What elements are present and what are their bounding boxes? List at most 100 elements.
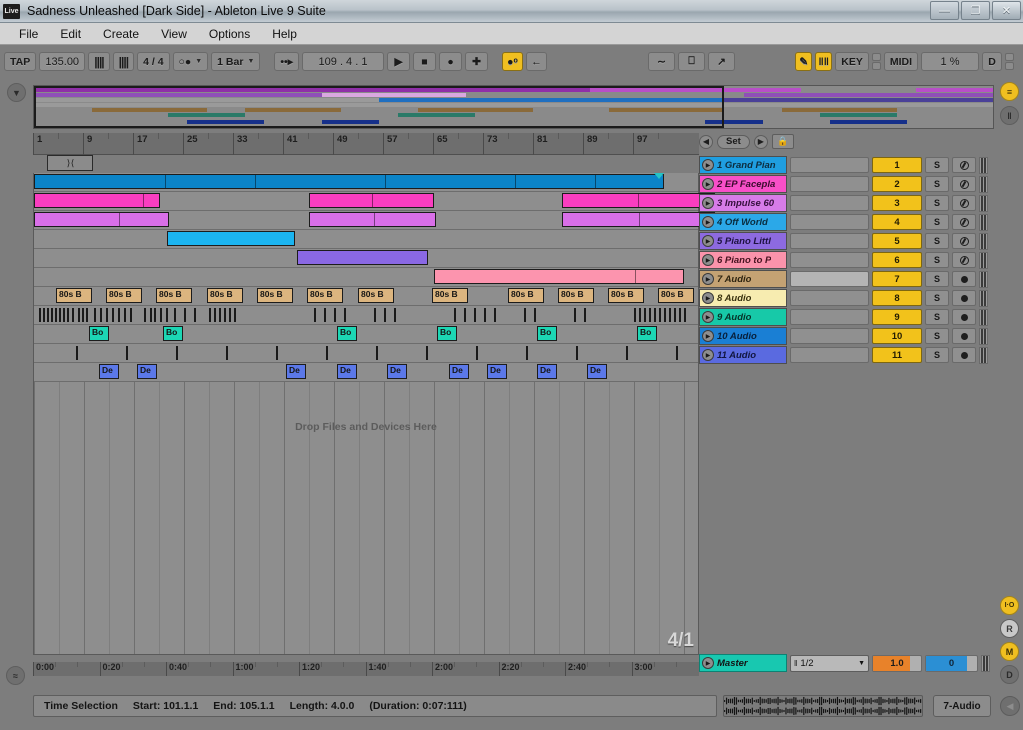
crossfade-icon[interactable]: ≈: [6, 666, 25, 685]
loop-start-marker[interactable]: ⟩ ⟨: [47, 155, 93, 171]
track-header-strip[interactable]: ▶3 Impulse 603S: [699, 194, 994, 212]
track-activator-icon[interactable]: ▶: [702, 273, 714, 285]
track-solo-button[interactable]: S: [925, 328, 949, 344]
arrangement-clip[interactable]: 80s B: [658, 288, 694, 303]
arrangement-clip[interactable]: De: [337, 364, 357, 379]
arrangement-clip[interactable]: 80s B: [608, 288, 644, 303]
menu-edit[interactable]: Edit: [49, 25, 92, 43]
track-arm-button[interactable]: [952, 271, 976, 287]
tap-tempo-button[interactable]: TAP: [4, 52, 36, 71]
loop-fade-in-icon[interactable]: ∼: [648, 52, 675, 71]
track-arm-button[interactable]: [952, 252, 976, 268]
track-clip-slot[interactable]: [790, 271, 869, 287]
waveform-preview[interactable]: [723, 695, 923, 717]
arrangement-track-row[interactable]: [34, 249, 698, 268]
track-name-cell[interactable]: ▶2 EP Facepla: [699, 175, 787, 193]
time-ruler[interactable]: 0:000:200:401:001:201:402:002:202:403:00: [33, 662, 699, 676]
key-map-button[interactable]: KEY: [835, 52, 869, 71]
arrangement-clip[interactable]: De: [537, 364, 557, 379]
track-number-button[interactable]: 9: [872, 309, 922, 325]
bar-ruler[interactable]: 191725334149576573818997: [33, 133, 699, 155]
metronome-button[interactable]: ○● ▼: [173, 52, 209, 71]
track-number-button[interactable]: 4: [872, 214, 922, 230]
track-header-strip[interactable]: ▶11 Audio11S: [699, 346, 994, 364]
arrangement-clip[interactable]: 80s B: [508, 288, 544, 303]
track-name-cell[interactable]: ▶11 Audio: [699, 346, 787, 364]
track-number-button[interactable]: 2: [872, 176, 922, 192]
arrangement-clip[interactable]: 80s B: [307, 288, 343, 303]
track-arm-button[interactable]: [952, 290, 976, 306]
follow-button[interactable]: ••▸: [274, 52, 299, 71]
track-header-strip[interactable]: ▶9 Audio9S: [699, 308, 994, 326]
arrangement-view-icon[interactable]: ‖: [1000, 106, 1019, 125]
tempo-nudge-down-button[interactable]: ||||: [88, 52, 109, 71]
back-to-arrangement-button[interactable]: ←: [526, 52, 547, 71]
arrangement-track-row[interactable]: [34, 268, 698, 287]
track-header-strip[interactable]: ▶7 Audio7S: [699, 270, 994, 288]
arrangement-canvas[interactable]: 80s B80s B80s B80s B80s B80s B80s B80s B…: [33, 173, 699, 655]
tempo-nudge-up-button[interactable]: ||||: [113, 52, 134, 71]
track-solo-button[interactable]: S: [925, 290, 949, 306]
close-button[interactable]: ✕: [992, 1, 1021, 20]
track-clip-slot[interactable]: [790, 290, 869, 306]
menu-create[interactable]: Create: [92, 25, 150, 43]
track-solo-button[interactable]: S: [925, 157, 949, 173]
track-header-strip[interactable]: ▶4 Off World4S: [699, 213, 994, 231]
arrangement-clip[interactable]: [309, 193, 434, 208]
arrangement-clip[interactable]: De: [286, 364, 306, 379]
record-button[interactable]: ●: [439, 52, 462, 71]
track-clip-slot[interactable]: [790, 195, 869, 211]
stop-button[interactable]: ■: [413, 52, 436, 71]
arrangement-clip[interactable]: De: [387, 364, 407, 379]
maximize-button[interactable]: ❐: [961, 1, 990, 20]
track-number-button[interactable]: 3: [872, 195, 922, 211]
track-number-button[interactable]: 1: [872, 157, 922, 173]
track-clip-slot[interactable]: [790, 214, 869, 230]
track-solo-button[interactable]: S: [925, 233, 949, 249]
track-header-strip[interactable]: ▶8 Audio8S: [699, 289, 994, 307]
arrangement-clip[interactable]: Bo: [637, 326, 657, 341]
arrangement-clip[interactable]: 80s B: [207, 288, 243, 303]
track-arm-button[interactable]: [952, 328, 976, 344]
arrangement-clip[interactable]: 80s B: [56, 288, 92, 303]
track-number-button[interactable]: 11: [872, 347, 922, 363]
tempo-field[interactable]: 135.00: [39, 52, 85, 71]
track-solo-button[interactable]: S: [925, 271, 949, 287]
arrangement-track-row[interactable]: [34, 192, 698, 211]
play-button[interactable]: ▶: [387, 52, 410, 71]
arrangement-clip[interactable]: [297, 250, 428, 265]
track-name-cell[interactable]: ▶4 Off World: [699, 213, 787, 231]
menu-file[interactable]: File: [8, 25, 49, 43]
master-track-name[interactable]: ▶ Master: [699, 654, 787, 672]
arrangement-clip[interactable]: [562, 193, 715, 208]
delay-toggle-icon[interactable]: D: [1000, 665, 1019, 684]
arrangement-track-row[interactable]: BoBoBoBoBoBo: [34, 325, 698, 344]
status-back-icon[interactable]: ◀: [1000, 696, 1020, 716]
next-set-icon[interactable]: ▶: [754, 135, 768, 149]
midi-map-button[interactable]: MIDI: [884, 52, 918, 71]
track-activator-icon[interactable]: ▶: [702, 292, 714, 304]
automation-arm-button[interactable]: ●ᵒ: [502, 52, 523, 71]
track-arm-button[interactable]: [952, 309, 976, 325]
track-activator-icon[interactable]: ▶: [702, 178, 714, 190]
returns-toggle-icon[interactable]: R: [1000, 619, 1019, 638]
track-header-strip[interactable]: ▶5 Piano Littl5S: [699, 232, 994, 250]
track-arm-button[interactable]: [952, 176, 976, 192]
master-gain-slider[interactable]: 1.0: [872, 655, 922, 672]
track-activator-icon[interactable]: ▶: [702, 311, 714, 323]
track-activator-icon[interactable]: ▶: [702, 235, 714, 247]
arrangement-track-row[interactable]: [34, 344, 698, 363]
arrangement-clip[interactable]: Bo: [163, 326, 183, 341]
track-name-cell[interactable]: ▶7 Audio: [699, 270, 787, 288]
track-clip-slot[interactable]: [790, 252, 869, 268]
arrangement-clip[interactable]: [434, 269, 684, 284]
quantization-selector[interactable]: 1 Bar ▼: [211, 52, 260, 71]
capture-midi-button[interactable]: ✚: [465, 52, 488, 71]
arrangement-clip[interactable]: [34, 212, 169, 227]
time-signature-field[interactable]: 4 / 4: [137, 52, 169, 71]
master-output-selector[interactable]: ‖ 1/2 ▼: [790, 655, 869, 672]
master-play-icon[interactable]: ▶: [702, 657, 714, 669]
track-clip-slot[interactable]: [790, 176, 869, 192]
track-header-strip[interactable]: ▶6 Piano to P6S: [699, 251, 994, 269]
arrangement-clip[interactable]: De: [99, 364, 119, 379]
